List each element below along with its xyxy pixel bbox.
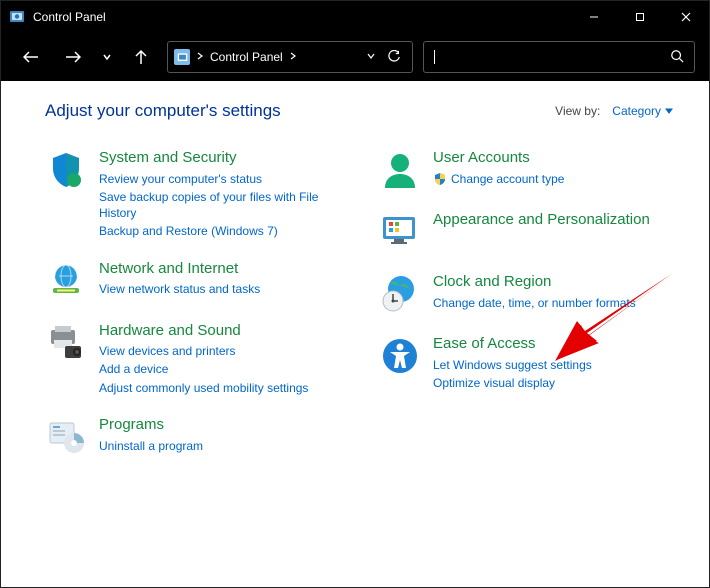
view-by-label: View by: [555,104,600,118]
category-title[interactable]: Programs [99,416,347,435]
user-icon [379,149,421,191]
address-history-chevron[interactable] [366,50,376,64]
address-separator-icon [196,52,204,63]
window-title: Control Panel [33,10,106,24]
category-link-text: Change account type [451,171,564,187]
category-title[interactable]: Appearance and Personalization [433,211,681,230]
refresh-button[interactable] [382,50,406,64]
category-network-internet: Network and Internet View network status… [45,260,347,302]
search-icon [670,49,684,66]
up-button[interactable] [125,41,157,73]
chevron-down-icon [665,107,673,115]
monitor-personalization-icon [379,211,421,253]
programs-disc-icon [45,416,87,458]
view-by-value: Category [612,104,661,118]
category-link[interactable]: Uninstall a program [99,438,347,454]
page-title: Adjust your computer's settings [45,101,281,121]
category-appearance-personalization: Appearance and Personalization [379,211,681,253]
back-button[interactable] [15,41,47,73]
titlebar: Control Panel [1,1,709,33]
right-column: User Accounts Change account type [379,149,681,458]
maximize-button[interactable] [617,1,663,33]
category-link[interactable]: Change date, time, or number formats [433,295,681,311]
category-title[interactable]: System and Security [99,149,347,168]
category-link[interactable]: Adjust commonly used mobility settings [99,380,347,396]
category-ease-of-access: Ease of Access Let Windows suggest setti… [379,335,681,391]
shield-icon [45,149,87,191]
search-input[interactable] [435,50,670,64]
category-link[interactable]: Backup and Restore (Windows 7) [99,223,347,239]
category-title[interactable]: Network and Internet [99,260,347,279]
titlebar-buttons [571,1,709,33]
category-system-security: System and Security Review your computer… [45,149,347,240]
view-by-dropdown[interactable]: Category [612,104,673,118]
category-link[interactable]: View network status and tasks [99,281,347,297]
control-panel-address-icon [174,49,190,65]
clock-globe-icon [379,273,421,315]
category-link[interactable]: Add a device [99,361,347,377]
address-crumb[interactable]: Control Panel [210,50,283,64]
recent-locations-chevron[interactable] [99,41,115,73]
content-header: Adjust your computer's settings View by:… [45,101,681,121]
category-hardware-sound: Hardware and Sound View devices and prin… [45,322,347,396]
category-title[interactable]: Clock and Region [433,273,681,292]
close-button[interactable] [663,1,709,33]
category-link[interactable]: Let Windows suggest settings [433,357,681,373]
category-title[interactable]: Ease of Access [433,335,681,354]
category-title[interactable]: User Accounts [433,149,681,168]
category-link[interactable]: View devices and printers [99,343,347,359]
category-columns: System and Security Review your computer… [45,149,681,458]
search-box[interactable] [423,41,695,73]
navbar: Control Panel [1,33,709,81]
category-programs: Programs Uninstall a program [45,416,347,458]
category-clock-region: Clock and Region Change date, time, or n… [379,273,681,315]
category-link[interactable]: Optimize visual display [433,375,681,391]
content-area: Adjust your computer's settings View by:… [1,81,709,587]
globe-network-icon [45,260,87,302]
category-link[interactable]: Review your computer's status [99,171,347,187]
window-root: Control Panel [0,0,710,588]
category-title[interactable]: Hardware and Sound [99,322,347,341]
category-link[interactable]: Save backup copies of your files with Fi… [99,189,347,221]
printer-camera-icon [45,322,87,364]
left-column: System and Security Review your computer… [45,149,347,458]
category-link[interactable]: Change account type [433,171,681,187]
uac-shield-icon [433,172,447,186]
control-panel-app-icon [9,9,25,25]
address-separator-icon [289,52,297,63]
accessibility-icon [379,335,421,377]
view-by: View by: Category [555,104,673,118]
address-bar[interactable]: Control Panel [167,41,413,73]
forward-button[interactable] [57,41,89,73]
category-user-accounts: User Accounts Change account type [379,149,681,191]
minimize-button[interactable] [571,1,617,33]
